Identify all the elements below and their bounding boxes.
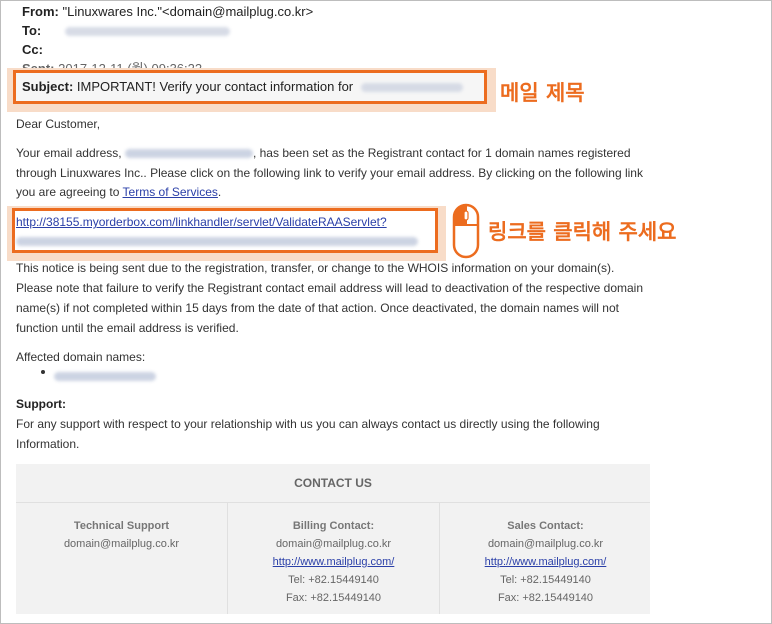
p1-text-b: , has been set as the Registrant contact…: [252, 146, 631, 160]
contact-us-title: CONTACT US: [16, 464, 650, 503]
subject-domain-redacted: [360, 83, 463, 93]
sales-contact-title: Sales Contact:: [507, 520, 584, 532]
billing-contact-url[interactable]: http://www.mailplug.com/: [273, 556, 395, 568]
from-label: From:: [22, 4, 59, 19]
affected-domain-redacted: [54, 372, 156, 382]
from-row: From: "Linuxwares Inc."<domain@mailplug.…: [22, 4, 313, 20]
p1-line3-period: .: [217, 185, 222, 199]
cc-row: Cc:: [22, 42, 43, 58]
subject-callout: 메일 제목: [500, 81, 585, 105]
technical-support-email: domain@mailplug.co.kr: [63, 538, 180, 550]
p1-text-a: Your email address,: [16, 146, 122, 160]
to-label: To:: [22, 23, 42, 38]
sales-contact-url[interactable]: http://www.mailplug.com/: [485, 556, 607, 568]
verify-link-continuation: [16, 231, 418, 251]
support-title: Support:: [16, 397, 66, 411]
sales-contact-email: domain@mailplug.co.kr: [487, 538, 604, 550]
mouse-icon: [452, 203, 480, 259]
affected-domains-label: Affected domain names:: [16, 350, 146, 364]
paragraph-1-line-1: Your email address, , has been set as th…: [16, 143, 631, 163]
billing-contact-fax: Fax: +82.15449140: [285, 592, 382, 604]
verify-link[interactable]: http://38155.myorderbox.com/linkhandler/…: [16, 215, 387, 229]
terms-of-services-link[interactable]: Terms of Services: [123, 185, 218, 199]
contact-us-section: CONTACT US Technical Support domain@mail…: [16, 464, 650, 614]
billing-contact-column: Billing Contact: domain@mailplug.co.kr h…: [228, 503, 439, 613]
paragraph-2-line-2: Please note that failure to verify the R…: [16, 281, 644, 295]
subject-label: Subject:: [22, 79, 74, 94]
support-line-1: For any support with respect to your rel…: [16, 417, 600, 431]
technical-support-title: Technical Support: [73, 520, 170, 532]
paragraph-1-line-2: through Linuxwares Inc.. Please click on…: [16, 166, 643, 180]
subject-value: IMPORTANT! Verify your contact informati…: [76, 79, 354, 94]
sales-contact-fax: Fax: +82.15449140: [497, 592, 594, 604]
sales-contact-column: Sales Contact: domain@mailplug.co.kr htt…: [440, 503, 651, 613]
p1-line3-text: you are agreeing to: [16, 185, 120, 199]
billing-contact-title: Billing Contact:: [292, 520, 375, 532]
affected-domain-item: [54, 366, 156, 386]
paragraph-2-line-4: function until the email address is veri…: [16, 321, 239, 335]
technical-support-column: Technical Support domain@mailplug.co.kr: [16, 503, 227, 613]
bullet: [41, 370, 45, 374]
link-callout: 링크를 클릭해 주세요: [488, 220, 677, 244]
to-value-redacted: [64, 27, 230, 37]
paragraph-2-line-1: This notice is being sent due to the reg…: [16, 261, 615, 275]
greeting: Dear Customer,: [16, 117, 101, 131]
verify-link-row: http://38155.myorderbox.com/linkhandler/…: [16, 212, 387, 232]
sales-contact-tel: Tel: +82.15449140: [500, 574, 591, 586]
billing-contact-email: domain@mailplug.co.kr: [275, 538, 392, 550]
billing-contact-tel: Tel: +82.15449140: [288, 574, 379, 586]
email-redacted: [124, 149, 253, 159]
cc-label: Cc:: [22, 42, 43, 57]
support-line-2: Information.: [16, 437, 80, 451]
from-value[interactable]: "Linuxwares Inc."<domain@mailplug.co.kr>: [62, 4, 313, 19]
paragraph-2-line-3: name(s) if not completed within 15 days …: [16, 301, 619, 315]
paragraph-1-line-3: you are agreeing to Terms of Services.: [16, 182, 221, 202]
subject-row: Subject: IMPORTANT! Verify your contact …: [22, 79, 463, 95]
to-row: To:: [22, 23, 230, 39]
verify-link-redacted[interactable]: [16, 237, 418, 247]
